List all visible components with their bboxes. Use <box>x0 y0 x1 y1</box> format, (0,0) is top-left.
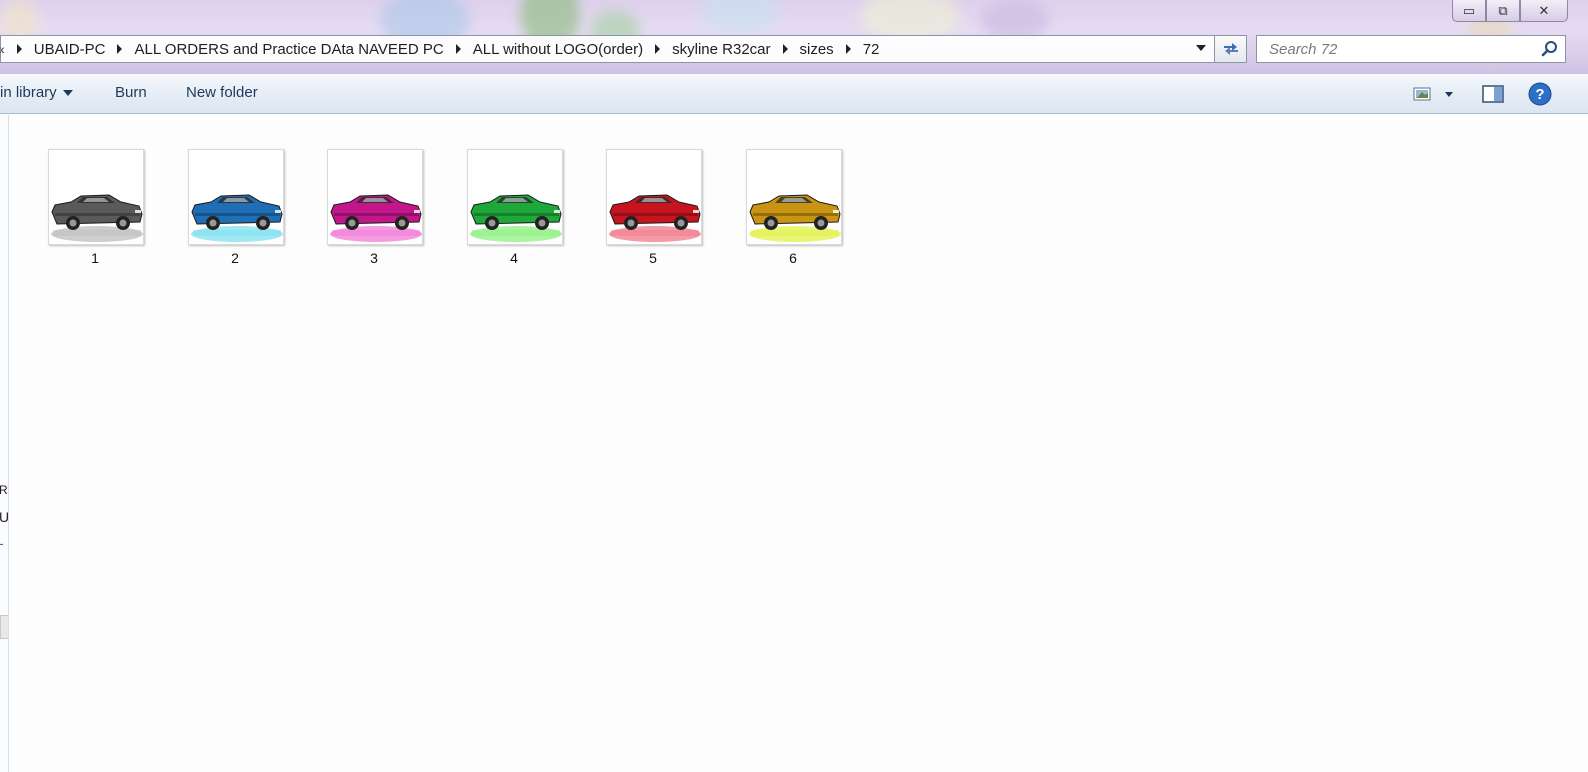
breadcrumb-label[interactable]: UBAID-PC <box>34 41 106 58</box>
breadcrumb-separator-icon[interactable] <box>782 44 788 54</box>
file-item[interactable]: 5 <box>598 148 708 278</box>
breadcrumb-separator-icon[interactable] <box>117 44 123 54</box>
file-name[interactable]: 1 <box>40 250 150 266</box>
burn-label[interactable]: Burn <box>115 84 147 101</box>
svg-text:?: ? <box>1535 86 1544 103</box>
maximize-button[interactable]: ⧉ <box>1486 0 1520 22</box>
help-button[interactable]: ? <box>1528 82 1552 110</box>
breadcrumb-label[interactable]: ALL without LOGO(order) <box>473 41 643 58</box>
refresh-icon <box>1223 43 1238 55</box>
breadcrumb-all-without-logo[interactable]: ALL without LOGO(order) <box>444 41 643 58</box>
car-image-icon <box>51 194 143 242</box>
file-name[interactable]: 4 <box>459 250 569 266</box>
car-image-icon <box>749 194 841 242</box>
breadcrumb-label[interactable]: ALL ORDERS and Practice DAta NAVEED PC <box>134 41 443 58</box>
breadcrumb-label[interactable]: skyline R32car <box>672 41 770 58</box>
breadcrumb-sizes[interactable]: sizes <box>771 41 834 58</box>
nav-item-fragment[interactable]: R <box>0 483 8 497</box>
wallpaper-blob <box>860 0 960 40</box>
breadcrumb-label[interactable]: 72 <box>863 41 880 58</box>
search-input[interactable] <box>1267 39 1527 59</box>
preview-pane-button[interactable] <box>1482 84 1504 108</box>
file-item[interactable]: 3 <box>319 148 429 278</box>
breadcrumb-separator-icon[interactable] <box>455 44 461 54</box>
file-name[interactable]: 5 <box>598 250 708 266</box>
file-name[interactable]: 3 <box>319 250 429 266</box>
help-icon: ? <box>1528 82 1552 106</box>
wallpaper-blob <box>980 0 1050 40</box>
address-history-dropdown-icon[interactable] <box>1196 45 1206 51</box>
preview-pane-icon <box>1482 85 1504 103</box>
file-name[interactable]: 2 <box>180 250 290 266</box>
wallpaper-blob <box>0 0 40 40</box>
car-image-thumbnail[interactable] <box>746 149 842 245</box>
breadcrumb-72[interactable]: 72 <box>834 41 880 58</box>
file-item[interactable]: 4 <box>459 148 569 278</box>
car-image-icon <box>609 194 701 242</box>
breadcrumb-ubaid-pc[interactable]: UBAID-PC <box>5 41 106 58</box>
car-image-thumbnail[interactable] <box>327 149 423 245</box>
nav-item-fragment[interactable]: - <box>0 535 4 551</box>
file-list-view: 1 2 3 4 5 6 <box>10 115 1588 772</box>
burn-button[interactable]: Burn <box>115 84 147 101</box>
refresh-button[interactable] <box>1215 35 1247 63</box>
breadcrumb-separator-icon[interactable] <box>845 44 851 54</box>
file-item[interactable]: 2 <box>180 148 290 278</box>
include-in-library-label[interactable]: in library <box>0 84 57 101</box>
search-box[interactable] <box>1256 35 1566 63</box>
car-image-thumbnail[interactable] <box>48 149 144 245</box>
nav-scrollbar-thumb[interactable] <box>0 615 8 639</box>
file-item[interactable]: 1 <box>40 148 150 278</box>
breadcrumb-all-orders[interactable]: ALL ORDERS and Practice DAta NAVEED PC <box>105 41 444 58</box>
navigation-pane: R U - <box>0 115 9 772</box>
include-in-library-menu[interactable]: in library <box>0 84 73 101</box>
window-controls: ▭ ⧉ ✕ <box>1452 0 1568 22</box>
change-view-button[interactable] <box>1412 84 1458 108</box>
car-image-thumbnail[interactable] <box>467 149 563 245</box>
breadcrumb-skyline[interactable]: skyline R32car <box>643 41 771 58</box>
command-bar: in library Burn New folder ? <box>0 74 1588 114</box>
car-image-icon <box>191 194 283 242</box>
car-image-icon <box>470 194 562 242</box>
breadcrumb-separator-icon[interactable] <box>16 44 22 54</box>
new-folder-button[interactable]: New folder <box>186 84 258 101</box>
car-image-thumbnail[interactable] <box>606 149 702 245</box>
new-folder-label[interactable]: New folder <box>186 84 258 101</box>
search-icon[interactable] <box>1541 40 1559 58</box>
chevron-down-icon[interactable] <box>62 89 73 96</box>
breadcrumb-label[interactable]: sizes <box>800 41 834 58</box>
close-button[interactable]: ✕ <box>1520 0 1568 22</box>
car-image-icon <box>330 194 422 242</box>
file-item[interactable]: 6 <box>738 148 848 278</box>
address-bar[interactable]: « UBAID-PC ALL ORDERS and Practice DAta … <box>0 35 1215 63</box>
minimize-button[interactable]: ▭ <box>1452 0 1486 22</box>
file-name[interactable]: 6 <box>738 250 848 266</box>
car-image-thumbnail[interactable] <box>188 149 284 245</box>
view-options-icon <box>1413 87 1453 101</box>
breadcrumb-separator-icon[interactable] <box>655 44 661 54</box>
nav-item-fragment[interactable]: U <box>0 509 8 525</box>
wallpaper-blob <box>700 0 780 35</box>
